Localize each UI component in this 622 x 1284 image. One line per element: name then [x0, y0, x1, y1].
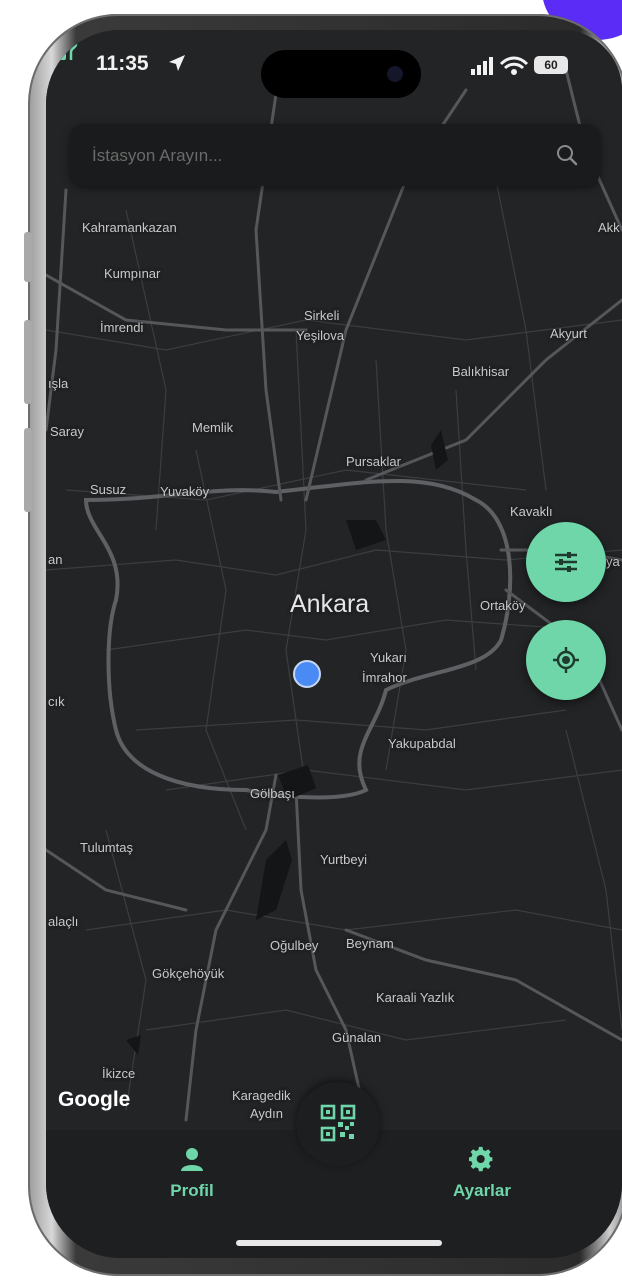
person-icon — [181, 1148, 203, 1171]
nav-profile[interactable]: Profil — [132, 1146, 252, 1201]
map-label: Gökçehöyük — [152, 966, 225, 981]
map-label: İmrendi — [100, 320, 144, 335]
status-time: 11:35 — [96, 52, 149, 75]
map-label: Günalan — [332, 1030, 382, 1045]
map-label: Akk — [598, 220, 620, 235]
map-label: Kavaklı — [510, 504, 553, 519]
home-indicator[interactable] — [236, 1240, 442, 1246]
map-label: ya — [606, 554, 620, 569]
map-label: alaçlı — [48, 914, 79, 929]
map-label: Balıkhisar — [452, 364, 510, 379]
gear-icon — [469, 1146, 493, 1172]
map-label: Karagedik — [232, 1088, 291, 1103]
map-label: Oğulbey — [270, 938, 319, 953]
map-label: Gölbaşı — [250, 786, 295, 801]
map-label: Saray — [50, 424, 84, 439]
map-label: Aydın — [250, 1106, 284, 1121]
map-label: Beynam — [346, 936, 394, 951]
map-label: Yeşilova — [296, 328, 344, 343]
location-arrow-icon — [169, 55, 185, 71]
map-label: Yuvaköy — [160, 484, 210, 499]
map-label: İkizce — [102, 1066, 136, 1081]
nav-profile-label: Profil — [170, 1181, 214, 1200]
map-label: an — [48, 552, 63, 567]
filter-button[interactable] — [526, 522, 606, 602]
map-label: Memlik — [192, 420, 234, 435]
user-location-marker — [293, 660, 321, 688]
google-attribution: Google — [58, 1088, 131, 1111]
map-label: cık — [48, 694, 65, 709]
station-search-input[interactable] — [90, 124, 534, 188]
status-bar: 11:35 60 — [46, 30, 622, 120]
search-bar — [70, 124, 600, 188]
map-label: İmrahor — [362, 670, 407, 685]
front-camera — [387, 66, 403, 82]
battery-indicator: 60 — [534, 56, 568, 74]
map-label: Pursaklar — [346, 454, 401, 469]
crosshair-icon — [553, 647, 579, 673]
map-label: Yakupabdal — [388, 736, 456, 751]
phone-volume-down — [24, 428, 32, 512]
map-label: Tulumtaş — [80, 840, 133, 855]
map-label: Karaali Yazlık — [376, 990, 455, 1005]
map-label: Yukarı — [370, 650, 407, 665]
map-label: Kahramankazan — [82, 220, 177, 235]
map-label: Ortaköy — [480, 598, 526, 613]
qr-scan-button[interactable] — [296, 1082, 380, 1166]
qr-code-icon — [320, 1104, 356, 1142]
app-screen: Kahramankazan Kumpınar İmrendi Sirkeli Y… — [46, 30, 622, 1258]
sliders-icon — [555, 552, 577, 572]
map-label: ışla — [48, 376, 69, 391]
signal-wifi-icons — [471, 56, 529, 75]
nav-settings-label: Ayarlar — [453, 1181, 511, 1200]
map-label: Kumpınar — [104, 266, 161, 281]
phone-silent-switch — [24, 232, 32, 282]
map-city-label: Ankara — [290, 590, 370, 618]
map-label: Sirkeli — [304, 308, 340, 323]
phone-volume-up — [24, 320, 32, 404]
my-location-button[interactable] — [526, 620, 606, 700]
search-icon[interactable] — [556, 144, 578, 166]
map-label: Yurtbeyi — [320, 852, 367, 867]
nav-settings[interactable]: Ayarlar — [422, 1146, 542, 1201]
map-label: Susuz — [90, 482, 127, 497]
map-label: Akyurt — [550, 326, 587, 341]
dynamic-island — [261, 50, 421, 98]
